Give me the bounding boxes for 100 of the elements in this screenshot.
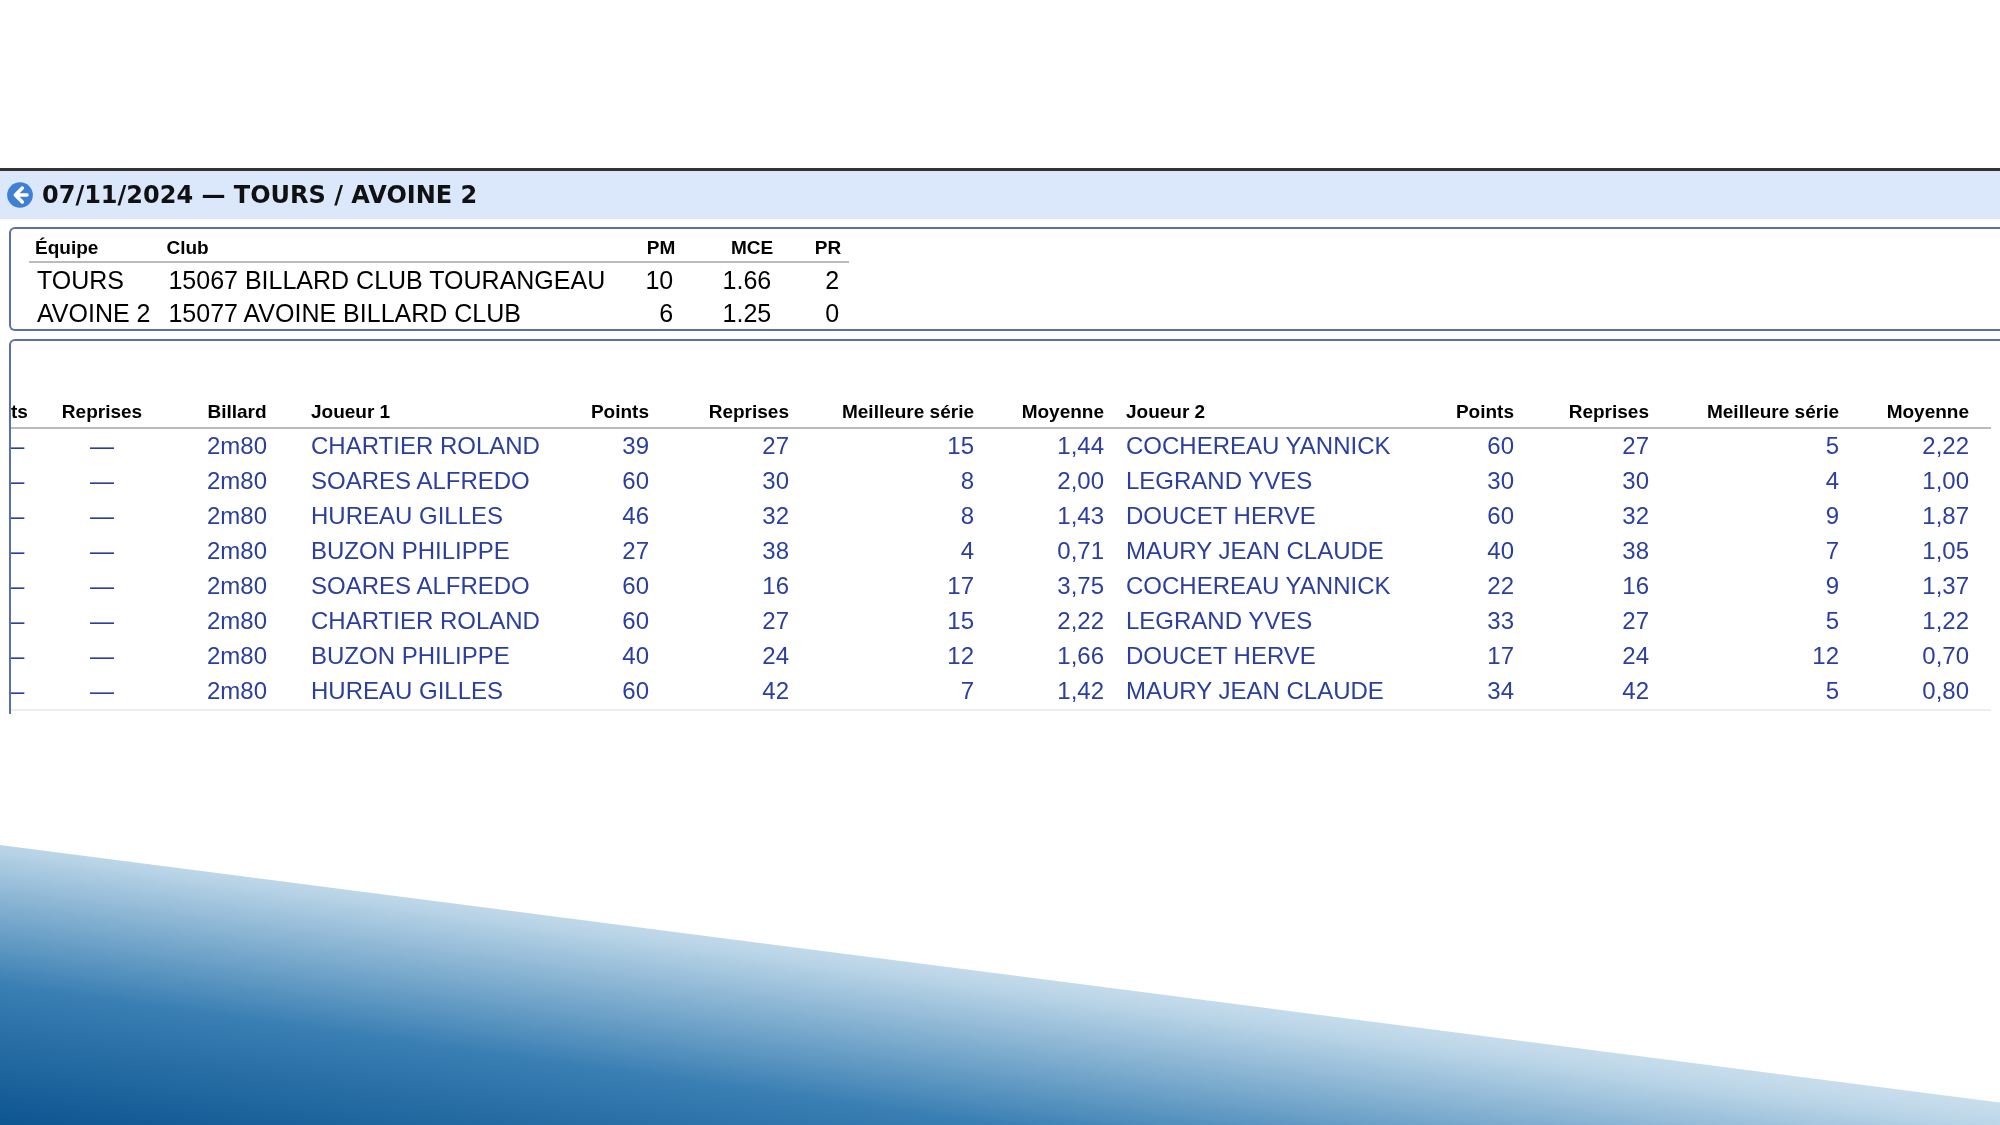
table-cell-text: 16 [1621, 571, 1650, 601]
column-header: Moyenne [1861, 397, 1991, 428]
table-cell-text: 2m80 [205, 571, 268, 601]
table-cell: MAURY JEAN CLAUDE [1126, 674, 1441, 710]
table-cell-text: — [89, 641, 115, 671]
table-cell: 7 [811, 674, 996, 710]
table-cell-text: 30 [761, 466, 790, 496]
table-cell: 5 [1671, 674, 1861, 710]
table-cell-text: CHARTIER ROLAND [311, 606, 541, 636]
table-cell-text: DOUCET HERVE [1126, 641, 1317, 671]
table-cell: CHARTIER ROLAND [311, 428, 581, 464]
table-cell-text: 5 [1824, 606, 1840, 636]
table-cell-text: 27 [761, 606, 790, 636]
column-header: Billard [171, 397, 311, 428]
table-cell-text: 3,75 [1056, 571, 1105, 601]
table-cell-text: 2m80 [205, 606, 268, 636]
table-cell-text: — [89, 536, 115, 566]
table-cell: 42 [671, 674, 811, 710]
table-cell-text: — [89, 606, 115, 636]
table-cell: 1,42 [996, 674, 1126, 710]
column-header: PM [615, 235, 684, 262]
table-cell-text: 15077 AVOINE BILLARD CLUB [167, 298, 522, 329]
table-cell: 1,44 [996, 428, 1126, 464]
table-cell: 2 [781, 262, 850, 296]
table-cell-text: — [89, 571, 115, 601]
table-cell-text: 17 [1486, 641, 1515, 671]
table-cell-text: 2,22 [1056, 606, 1105, 636]
table-cell: 39 [581, 428, 671, 464]
table-cell: TOURS [29, 262, 161, 296]
table-cell-text: 9 [1824, 571, 1840, 601]
table-cell-text: BUZON PHILIPPE [311, 641, 511, 671]
column-header: Points [1441, 397, 1536, 428]
table-cell-text: 60 [1486, 501, 1515, 531]
table-cell-text: 60 [621, 571, 650, 601]
table-cell-text: 40 [621, 641, 650, 671]
table-cell-text: 22 [1486, 571, 1515, 601]
table-cell-text: 24 [1621, 641, 1650, 671]
table-cell: COCHEREAU YANNICK [1126, 428, 1441, 464]
column-header: PR [781, 235, 850, 262]
table-cell-text: – [11, 466, 26, 496]
table-cell-text: – [11, 501, 26, 531]
table-cell-text: SOARES ALFREDO [311, 466, 531, 496]
table-cell: 27 [671, 428, 811, 464]
table-cell: — [41, 674, 171, 710]
table-cell: 1.66 [683, 262, 782, 296]
table-cell-text: 0,71 [1056, 536, 1105, 566]
table-cell-text: 33 [1486, 606, 1515, 636]
column-header: Points [581, 397, 671, 428]
column-header: Meilleure série [1671, 397, 1861, 428]
table-cell: 0,80 [1861, 674, 1991, 710]
table-cell-text: 1.25 [721, 298, 773, 329]
table-cell-text: 4 [1824, 466, 1840, 496]
table-cell-text: MAURY JEAN CLAUDE [1126, 536, 1385, 566]
column-header: Club [160, 235, 616, 262]
column-header: Joueur 1 [311, 397, 581, 428]
table-cell-text: LEGRAND YVES [1126, 606, 1314, 636]
table-cell-text: 1,37 [1921, 571, 1970, 601]
table-cell-text: 30 [1486, 466, 1515, 496]
table-cell: 2m80 [171, 428, 311, 464]
table-cell-text: 2m80 [205, 641, 268, 671]
table-cell-text: 2m80 [205, 466, 268, 496]
table-cell-text: – [11, 536, 26, 566]
table-cell: — [41, 428, 171, 464]
table-cell: – [11, 674, 41, 710]
table-cell-text: 24 [761, 641, 790, 671]
table-cell-text: 9 [1824, 501, 1840, 531]
page-title: 07/11/2024 — TOURS / AVOINE 2 [42, 181, 478, 209]
table-cell: – [11, 428, 41, 464]
column-header: Meilleure série [811, 397, 996, 428]
table-cell-text: 1,05 [1921, 536, 1970, 566]
table-cell-text: LEGRAND YVES [1126, 466, 1314, 496]
table-cell: 60 [1441, 428, 1536, 464]
table-cell-text: 8 [959, 466, 975, 496]
column-header: Reprises [1536, 397, 1671, 428]
table-cell-text: 12 [1811, 641, 1840, 671]
table-cell-text: 7 [1824, 536, 1840, 566]
table-cell-text: 40 [1486, 536, 1515, 566]
table-cell-text: 60 [621, 466, 650, 496]
table-cell-text: SOARES ALFREDO [311, 571, 531, 601]
table-cell-text: 12 [946, 641, 975, 671]
column-header: Équipe [29, 235, 161, 262]
column-header: Joueur 2 [1126, 397, 1441, 428]
table-cell-text: AVOINE 2 [36, 298, 152, 329]
table-cell-text: 1,00 [1921, 466, 1970, 496]
column-header: Moyenne [996, 397, 1126, 428]
table-cell-text: – [11, 641, 26, 671]
table-cell: 15067 BILLARD CLUB TOURANGEAU [160, 262, 616, 296]
table-cell-text: 46 [621, 501, 650, 531]
table-cell: HUREAU GILLES [311, 674, 581, 710]
table-cell-text: 30 [1621, 466, 1650, 496]
table-cell: 15 [811, 428, 996, 464]
table-cell: 60 [581, 674, 671, 710]
table-cell-text: DOUCET HERVE [1126, 501, 1317, 531]
table-cell-text: BUZON PHILIPPE [311, 536, 511, 566]
table-cell-text: 1,87 [1921, 501, 1970, 531]
table-cell-text: — [89, 501, 115, 531]
table-cell-text: – [11, 606, 26, 636]
table-cell-text: HUREAU GILLES [311, 501, 505, 531]
table-cell-text: COCHEREAU YANNICK [1126, 571, 1392, 601]
table-cell: 2,22 [1861, 428, 1991, 464]
